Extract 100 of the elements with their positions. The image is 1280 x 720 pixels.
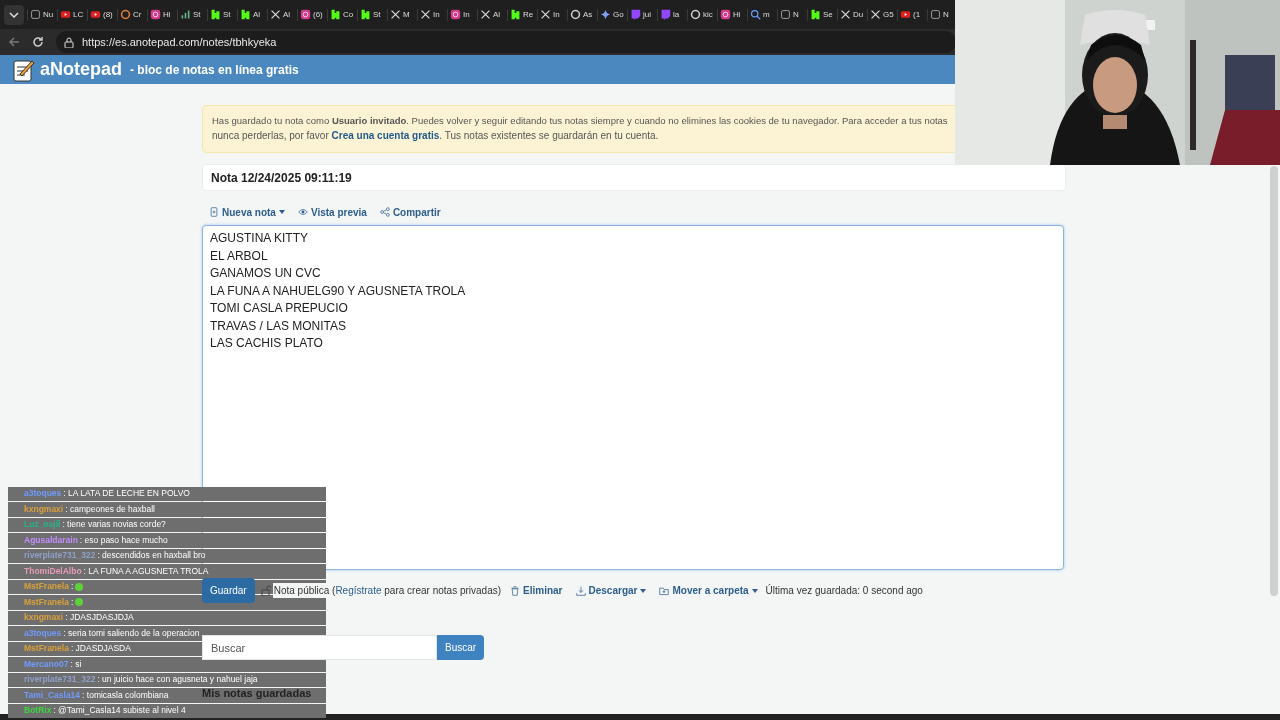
scrollbar[interactable]	[1270, 166, 1278, 596]
page-icon	[30, 9, 41, 20]
tab-title: Se	[823, 8, 833, 21]
tab-title: Nu	[43, 8, 54, 21]
browser-tab[interactable]: M	[387, 8, 414, 21]
browser-tab[interactable]: St	[357, 8, 384, 21]
folder-icon	[659, 585, 670, 596]
tab-title: Al	[283, 8, 291, 21]
search-button[interactable]: Buscar	[437, 635, 485, 660]
tab-title: LC	[73, 8, 84, 21]
tab-title: (8)	[103, 8, 113, 21]
cross-icon	[390, 9, 401, 20]
browser-tab[interactable]: (8)	[87, 8, 114, 21]
browser-tab[interactable]: In	[537, 8, 564, 21]
browser-tab[interactable]: Se	[807, 8, 834, 21]
browser-tab[interactable]: N	[777, 8, 804, 21]
chat-text: : un juicio hace con agusneta y nahuel jaja	[97, 673, 258, 687]
search-icon	[750, 9, 761, 20]
toolbar-button[interactable]: Eliminar	[510, 583, 563, 598]
tab-list-button[interactable]	[4, 4, 24, 25]
chat-username: MstFranela	[24, 595, 69, 609]
browser-tab[interactable]: LC	[57, 8, 84, 21]
browser-tab[interactable]: In	[447, 8, 474, 21]
notepad-icon	[12, 57, 36, 82]
toolbar-button[interactable]: Descargar	[575, 583, 647, 598]
browser-tab[interactable]: kic	[687, 8, 714, 21]
tab-title: In	[463, 8, 470, 21]
chat-username: kxngmaxi	[24, 502, 64, 516]
tab-title: Re	[523, 8, 534, 21]
browser-tab[interactable]: Al	[477, 8, 504, 21]
tab-title: Du	[853, 8, 864, 21]
chat-text: : JDASDJASDA	[70, 642, 131, 656]
tab-title: Co	[343, 8, 354, 21]
chat-text: : LA LATA DE LECHE EN POLVO	[63, 487, 190, 501]
site-logo[interactable]: aNotepad	[40, 56, 122, 83]
play-icon	[900, 9, 911, 20]
chat-username: a3toques	[24, 626, 62, 640]
browser-tab[interactable]: Cr	[117, 8, 144, 21]
browser-tab[interactable]: m	[747, 8, 774, 21]
note-title[interactable]: Nota 12/24/2025 09:11:19	[211, 168, 352, 187]
chat-username: MstFranela	[24, 580, 69, 594]
visibility-text: Nota pública (Regístrate para crear notas privadas)	[272, 583, 503, 598]
chat-username: Agusaldarain	[24, 533, 78, 547]
address-bar[interactable]: https://es.anotepad.com/notes/tbhkyeka	[56, 31, 956, 53]
play-icon	[90, 9, 101, 20]
tab-title: (6)	[313, 8, 323, 21]
page-icon	[780, 9, 791, 20]
browser-tab[interactable]: Re	[507, 8, 534, 21]
browser-tab[interactable]: Hi	[717, 8, 744, 21]
notice-text: Has guardado tu nota como Usuario invitado. Puedes volver y seguir editando tus notas siempre y cuando no elimines las cookies de tu navegador. Para acceder a tus notas	[212, 114, 949, 128]
tab-title: M	[403, 8, 410, 21]
browser-tab[interactable]: Co	[327, 8, 354, 21]
browser-tab[interactable]: jui	[627, 8, 654, 21]
tab-title: In	[433, 8, 440, 21]
browser-tab[interactable]: Go	[597, 8, 624, 21]
toolbar-button[interactable]: Vista previa	[297, 204, 367, 220]
browser-tab[interactable]: St	[207, 8, 234, 21]
browser-tab[interactable]: St	[177, 8, 204, 21]
tab-title: St	[193, 8, 201, 21]
camera-icon	[150, 9, 161, 20]
browser-tab[interactable]: Nu	[27, 8, 54, 21]
browser-tab[interactable]: (6)	[297, 8, 324, 21]
toolbar-button[interactable]: Compartir	[379, 204, 441, 220]
letter-icon	[210, 9, 221, 20]
letter-icon	[810, 9, 821, 20]
reload-icon[interactable]	[32, 36, 44, 48]
unlock-icon	[260, 585, 271, 596]
browser-tab[interactable]: la	[657, 8, 684, 21]
search-field[interactable]: Buscar	[202, 635, 437, 660]
browser-tab[interactable]: G5	[867, 8, 894, 21]
circle-icon	[690, 9, 701, 20]
browser-tab[interactable]: In	[417, 8, 444, 21]
chat-username: kxngmaxi	[24, 611, 64, 625]
chat-username: Tami_Casla14	[24, 688, 81, 702]
browser-tab[interactable]: Al	[267, 8, 294, 21]
download-icon	[575, 585, 586, 596]
chat-username: Mercano07	[24, 657, 69, 671]
browser-tab[interactable]: Du	[837, 8, 864, 21]
back-icon[interactable]	[8, 36, 20, 48]
letter-icon	[240, 9, 251, 20]
chat-text: : tomicasla colombiana	[82, 688, 169, 702]
browser-tab[interactable]: (1	[897, 8, 924, 21]
browser-tab[interactable]: N	[927, 8, 954, 21]
tab-title: St	[223, 8, 231, 21]
tab-title: Al	[493, 8, 501, 21]
tab-title: Al	[253, 8, 261, 21]
tab-title: St	[373, 8, 381, 21]
bar-chart-icon	[180, 9, 191, 20]
toolbar-button[interactable]: Mover a carpeta	[659, 583, 758, 598]
chat-username: a3toques	[24, 487, 62, 501]
toolbar-button[interactable]: Nueva nota	[209, 204, 285, 220]
chat-text: : tiene varias novias corde?	[62, 518, 166, 532]
browser-tab[interactable]: As	[567, 8, 594, 21]
chat-username: ThomiDelAlbo	[24, 564, 82, 578]
browser-tab[interactable]: Al	[237, 8, 264, 21]
site-tagline: - bloc de notas en línea gratis	[130, 61, 299, 79]
browser-tab[interactable]: Hi	[147, 8, 174, 21]
camera-icon	[450, 9, 461, 20]
save-button[interactable]: Guardar	[202, 578, 255, 603]
register-link[interactable]: Regístrate	[335, 585, 382, 596]
